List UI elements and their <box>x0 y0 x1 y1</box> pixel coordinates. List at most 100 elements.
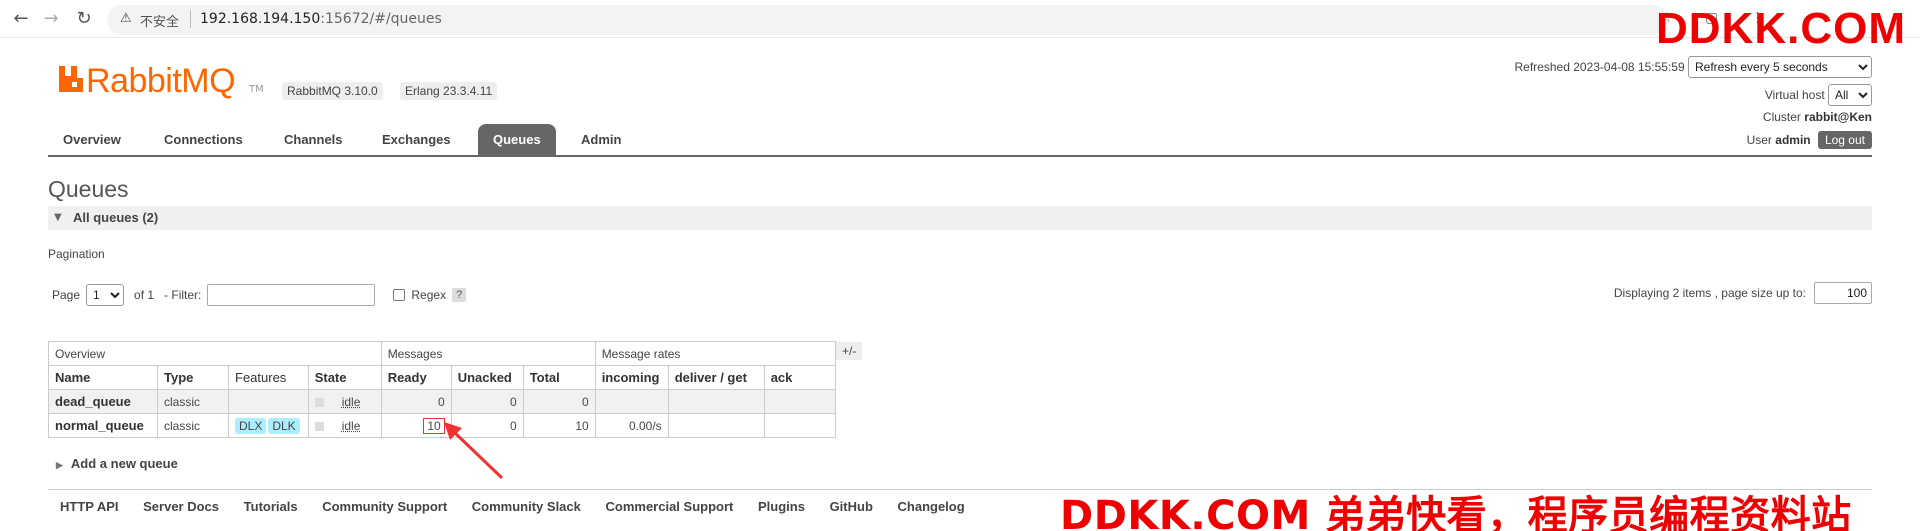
tab-queues[interactable]: Queues <box>478 124 556 156</box>
page-of-label: of 1 <box>134 288 155 302</box>
footer-link-http-api[interactable]: HTTP API <box>60 499 119 514</box>
col-features[interactable]: Features <box>228 365 309 390</box>
queue-name-link[interactable]: dead_queue <box>48 389 158 414</box>
collapse-triangle-icon[interactable]: ▼ <box>54 212 62 223</box>
page-title: Queues <box>48 176 129 202</box>
incoming-rate <box>594 389 669 414</box>
state-indicator-icon <box>314 421 324 431</box>
cluster-name: rabbit@Ken <box>1804 110 1872 124</box>
warning-icon[interactable]: ⚠ <box>120 11 132 26</box>
ack-rate <box>763 389 836 414</box>
user-name: admin <box>1775 133 1811 147</box>
watermark-top: DDKK.COM <box>1656 4 1906 53</box>
vhost-select[interactable]: All <box>1828 84 1872 106</box>
state-label: idle <box>341 418 361 433</box>
queue-type: classic <box>157 389 229 414</box>
user-info: User admin Log out <box>1747 131 1872 149</box>
unacked-count: 0 <box>450 389 524 414</box>
back-icon[interactable]: ← <box>10 8 32 30</box>
toggle-columns-button[interactable]: +/- <box>836 342 863 360</box>
feature-badge-dlx: DLX <box>235 417 267 434</box>
queue-type: classic <box>157 413 229 438</box>
browser-toolbar: ← → ↻ ⚠ 不安全 192.168.194.150:15672/#/queu… <box>0 0 1920 38</box>
col-deliver-get[interactable]: deliver / get <box>667 365 765 390</box>
url-host: 192.168.194.150 <box>200 11 321 27</box>
ready-count: 0 <box>380 389 452 414</box>
col-incoming[interactable]: incoming <box>594 365 669 390</box>
cluster-info: Cluster rabbit@Ken <box>1763 110 1872 124</box>
add-queue-toggle[interactable]: ▶ Add a new queue <box>56 456 178 471</box>
tab-overview[interactable]: Overview <box>48 124 136 156</box>
logo-text: RabbitMQ <box>86 62 236 100</box>
expand-triangle-icon[interactable]: ▶ <box>56 460 63 470</box>
insecure-label[interactable]: 不安全 <box>140 11 179 30</box>
incoming-rate: 0.00/s <box>594 413 669 438</box>
refreshed-time: 2023-04-08 15:55:59 <box>1573 60 1685 74</box>
pagination-label: Pagination <box>48 247 105 261</box>
refreshed-label: Refreshed <box>1514 60 1570 74</box>
logout-button[interactable]: Log out <box>1817 131 1872 149</box>
page-select[interactable]: 1 <box>86 284 125 306</box>
footer-link-tutorials[interactable]: Tutorials <box>244 499 298 514</box>
help-icon[interactable]: ? <box>452 288 467 302</box>
display-info: Displaying 2 items , page size up to: 10… <box>1614 282 1872 304</box>
logo-tm: TM <box>249 84 264 95</box>
tab-exchanges[interactable]: Exchanges <box>367 124 466 156</box>
footer-links: HTTP API Server Docs Tutorials Community… <box>60 499 986 514</box>
total-count: 0 <box>522 389 596 414</box>
filter-input[interactable] <box>207 284 376 306</box>
table-row[interactable]: dead_queue classic idle 0 0 0 <box>48 389 836 414</box>
footer-link-plugins[interactable]: Plugins <box>758 499 805 514</box>
tab-connections[interactable]: Connections <box>149 124 258 156</box>
url-path: :15672/#/queues <box>320 11 442 27</box>
footer-link-github[interactable]: GitHub <box>830 499 873 514</box>
page-size-input[interactable]: 100 <box>1814 282 1872 304</box>
queue-features <box>228 389 309 414</box>
footer-link-changelog[interactable]: Changelog <box>898 499 965 514</box>
queue-state: idle <box>307 413 382 438</box>
refresh-select[interactable]: Refresh every 5 seconds <box>1688 56 1872 78</box>
display-text: Displaying 2 items , page size up to: <box>1613 286 1806 300</box>
col-ready[interactable]: Ready <box>380 365 452 390</box>
forward-icon[interactable]: → <box>40 8 62 30</box>
section-title[interactable]: All queues (2) <box>73 210 158 225</box>
vhost-selector: Virtual host All <box>1765 84 1872 106</box>
col-type[interactable]: Type <box>157 365 229 390</box>
erlang-badge: Erlang 23.3.4.11 <box>400 82 498 100</box>
pagination-controls: Page 1 of 1 - Filter: Regex ? <box>52 284 467 306</box>
feature-badge-dlk: DLK <box>268 417 300 434</box>
url-text[interactable]: 192.168.194.150:15672/#/queues <box>200 11 442 27</box>
deliver-rate <box>667 389 765 414</box>
refresh-status: Refreshed 2023-04-08 15:55:59 Refresh ev… <box>1514 56 1872 78</box>
group-header-overview: Overview <box>48 341 382 366</box>
total-count: 10 <box>522 413 596 438</box>
queue-state: idle <box>307 389 382 414</box>
tab-admin[interactable]: Admin <box>566 124 636 156</box>
regex-label: Regex <box>411 288 447 302</box>
vhost-label: Virtual host <box>1764 88 1825 102</box>
state-label: idle <box>341 394 361 409</box>
group-header-message-rates: Message rates <box>594 341 836 366</box>
reload-icon[interactable]: ↻ <box>73 8 95 30</box>
filter-label: - Filter: <box>164 288 202 302</box>
add-queue-label[interactable]: Add a new queue <box>71 456 178 471</box>
divider <box>190 10 191 28</box>
rabbit-logo-icon <box>59 66 83 92</box>
col-name[interactable]: Name <box>48 365 158 390</box>
annotation-arrow-icon <box>444 422 504 480</box>
footer-link-community-support[interactable]: Community Support <box>322 499 447 514</box>
footer-link-commercial-support[interactable]: Commercial Support <box>606 499 734 514</box>
regex-checkbox[interactable] <box>393 289 406 301</box>
col-ack[interactable]: ack <box>763 365 836 390</box>
tab-channels[interactable]: Channels <box>269 124 358 156</box>
all-queues-section[interactable]: ▼ All queues (2) <box>48 206 1872 230</box>
footer-link-server-docs[interactable]: Server Docs <box>143 499 219 514</box>
version-badge: RabbitMQ 3.10.0 <box>282 82 383 100</box>
queue-name-link[interactable]: normal_queue <box>48 413 158 438</box>
col-state[interactable]: State <box>307 365 382 390</box>
footer-link-community-slack[interactable]: Community Slack <box>472 499 581 514</box>
col-unacked[interactable]: Unacked <box>450 365 524 390</box>
col-total[interactable]: Total <box>522 365 596 390</box>
queue-features: DLX DLK <box>228 413 309 438</box>
group-header-messages: Messages <box>380 341 596 366</box>
